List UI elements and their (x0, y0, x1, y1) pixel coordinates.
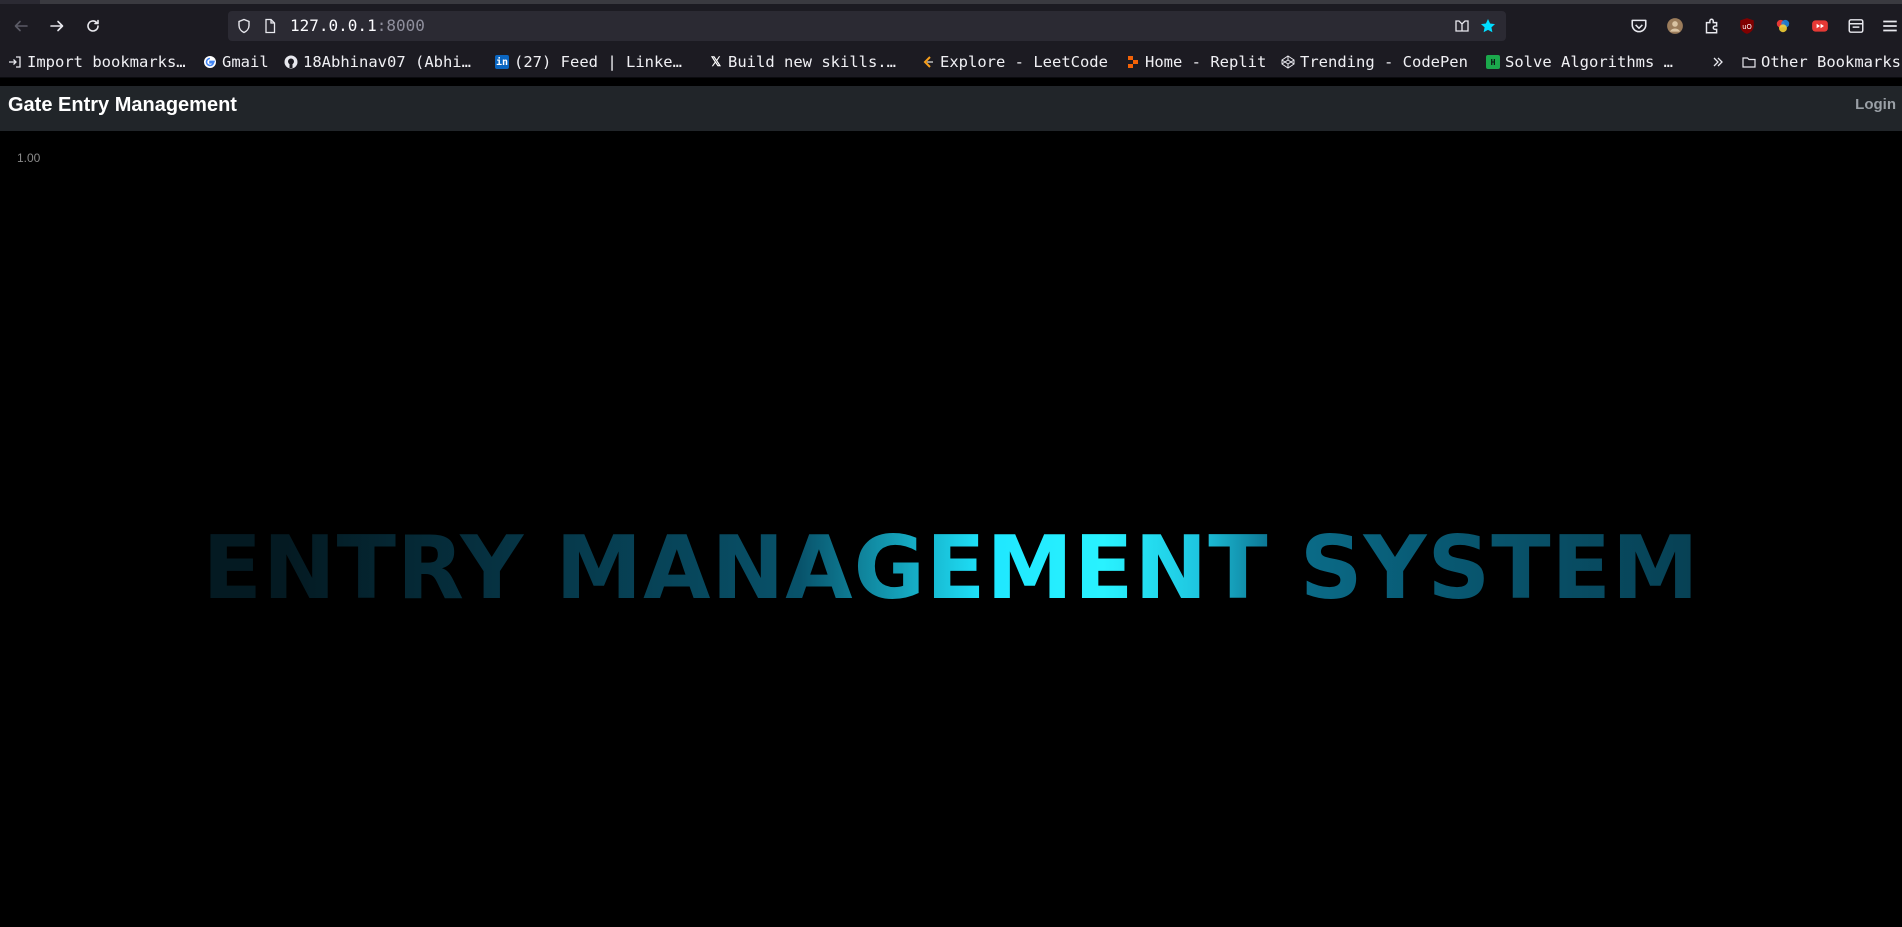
other-bookmarks[interactable]: Other Bookmarks (1742, 52, 1901, 72)
bookmark-label: 18Abhinav07 (Abhi… (303, 53, 471, 71)
chevron-double-right-icon (1711, 55, 1725, 69)
bookmark-linkedin[interactable]: in (27) Feed | Linke… (495, 52, 682, 72)
hamburger-menu-icon[interactable] (1880, 16, 1900, 36)
hackerrank-icon: H (1486, 55, 1500, 69)
bookmark-label: Explore - LeetCode (940, 53, 1108, 71)
reload-icon (87, 19, 99, 32)
replit-icon (1126, 55, 1140, 69)
forward-arrow-icon (50, 20, 64, 32)
bookmark-hackerrank[interactable]: H Solve Algorithms … (1486, 52, 1673, 72)
brand-title[interactable]: Gate Entry Management (8, 94, 237, 117)
hero-section: 1.00 ENTRY MANAGEMENT SYSTEM (0, 131, 1902, 927)
color-picker-extension-icon[interactable] (1773, 16, 1793, 36)
bookmark-label: Import bookmarks… (27, 53, 186, 71)
private-window-icon[interactable] (1846, 16, 1866, 36)
account-avatar-icon[interactable] (1665, 16, 1685, 36)
url-port: :8000 (376, 16, 425, 35)
bookmark-label: Home - Replit (1145, 53, 1267, 71)
google-icon (203, 55, 217, 69)
other-bookmarks-label: Other Bookmarks (1761, 53, 1901, 71)
extensions-icon[interactable] (1701, 16, 1721, 36)
linkedin-icon: in (495, 55, 509, 69)
codepen-icon (1281, 55, 1295, 69)
url-text[interactable]: 127.0.0.1:8000 (290, 17, 425, 35)
bookmarks-toolbar: Import bookmarks… Gmail 18Abhinav07 (Abh… (0, 46, 1902, 78)
pocket-icon[interactable] (1629, 16, 1649, 36)
reader-view-icon[interactable] (1454, 18, 1470, 34)
hero-heading: ENTRY MANAGEMENT SYSTEM (0, 517, 1902, 619)
back-arrow-icon (14, 20, 28, 32)
bookmark-gmail[interactable]: Gmail (203, 52, 269, 72)
browser-toolbar: 127.0.0.1:8000 uO (0, 4, 1902, 46)
scale-readout: 1.00 (17, 151, 41, 165)
bookmark-replit[interactable]: Home - Replit (1126, 52, 1266, 72)
app-navbar: Gate Entry Management Login (0, 86, 1902, 131)
bookmark-codepen[interactable]: Trending - CodePen (1281, 52, 1468, 72)
x-icon: 𝕏 (710, 54, 722, 70)
bookmark-label: Trending - CodePen (1300, 53, 1468, 71)
bookmark-github[interactable]: 18Abhinav07 (Abhi… (284, 52, 471, 72)
bookmark-leetcode[interactable]: Explore - LeetCode (921, 52, 1108, 72)
page-icon[interactable] (262, 18, 278, 34)
leetcode-icon (921, 55, 935, 69)
bookmark-label: Gmail (222, 53, 269, 71)
bookmark-x[interactable]: 𝕏 Build new skills.… (709, 52, 896, 72)
back-button[interactable] (7, 12, 35, 40)
bookmark-label: (27) Feed | Linke… (514, 53, 682, 71)
folder-icon (1742, 55, 1756, 69)
import-icon (8, 55, 22, 69)
github-icon (284, 55, 298, 69)
bookmark-star-icon[interactable] (1480, 18, 1496, 34)
bookmark-import[interactable]: Import bookmarks… (8, 52, 186, 72)
shield-icon[interactable] (236, 18, 252, 34)
video-speed-extension-icon[interactable] (1810, 16, 1830, 36)
bookmarks-overflow-button[interactable] (1711, 52, 1725, 72)
login-link[interactable]: Login (1855, 96, 1896, 113)
address-bar[interactable]: 127.0.0.1:8000 (228, 11, 1506, 41)
reload-button[interactable] (79, 12, 107, 40)
url-host: 127.0.0.1 (290, 16, 377, 35)
bookmark-label: Build new skills.… (728, 53, 896, 71)
ublock-icon[interactable]: uO (1737, 16, 1757, 36)
forward-button[interactable] (43, 12, 71, 40)
bookmark-label: Solve Algorithms … (1505, 53, 1673, 71)
svg-text:uO: uO (1742, 23, 1752, 31)
